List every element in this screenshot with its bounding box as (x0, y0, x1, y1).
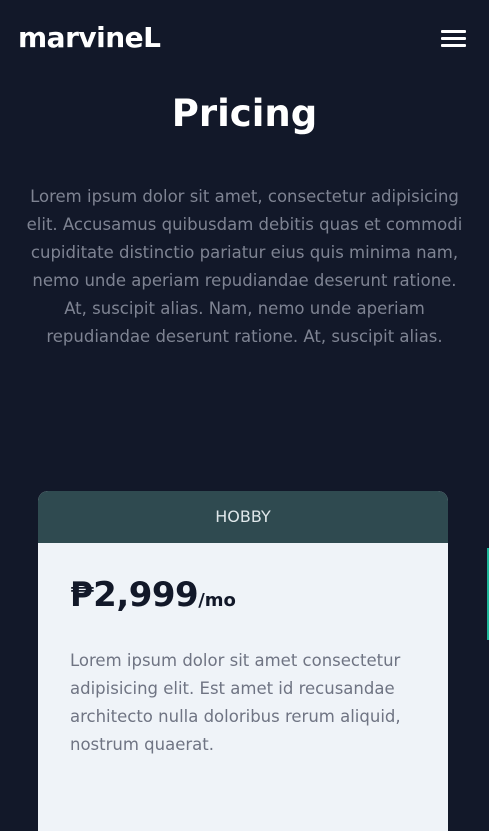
menu-bar (441, 37, 466, 40)
hamburger-menu-icon[interactable] (440, 27, 468, 51)
menu-bar (441, 44, 466, 47)
brand-logo[interactable]: marvineL (18, 20, 161, 56)
menu-bar (441, 30, 466, 33)
plan-name: HOBBY (38, 491, 448, 543)
pricing-card-hobby: HOBBY ₱2,999/mo Lorem ipsum dolor sit am… (38, 491, 448, 831)
plan-description: Lorem ipsum dolor sit amet consectetur a… (70, 651, 401, 754)
price-amount: ₱2,999 (70, 575, 199, 615)
page-title: Pricing (171, 92, 318, 135)
pricing-intro: Lorem ipsum dolor sit amet, consectetur … (26, 187, 463, 346)
plan-price: ₱2,999/mo (70, 573, 236, 623)
navbar: marvineL (0, 0, 489, 78)
price-period: /mo (198, 590, 236, 611)
